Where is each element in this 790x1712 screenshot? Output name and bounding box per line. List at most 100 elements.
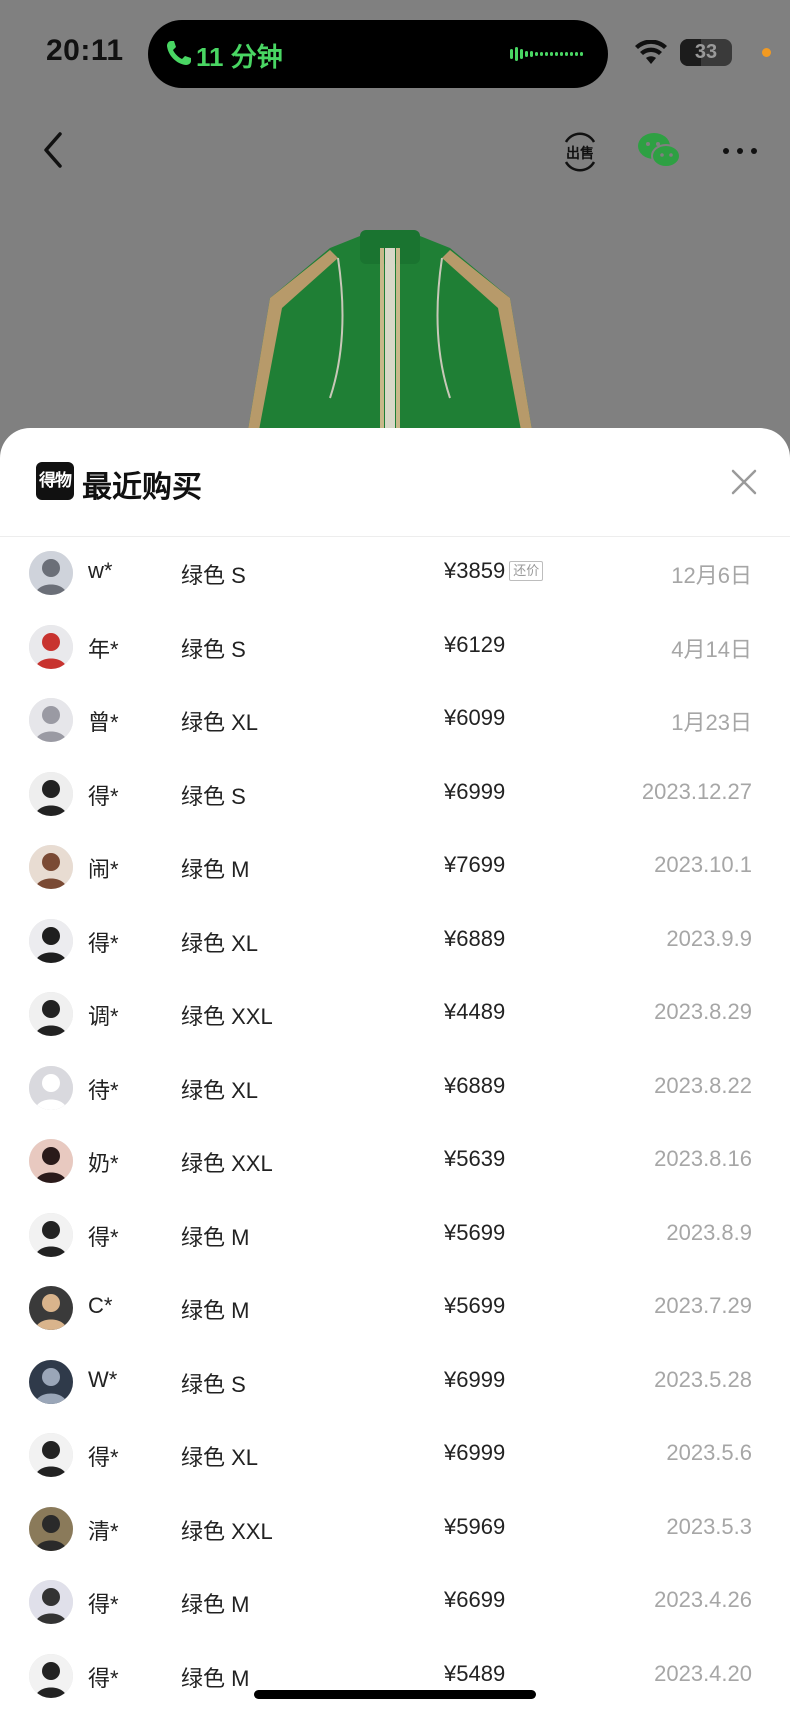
product-spec: 绿色 XXL — [181, 1518, 273, 1544]
purchase-price: ¥5699 — [444, 1219, 506, 1245]
dewu-logo: 得物 — [36, 462, 74, 500]
sell-icon[interactable]: 出售 — [558, 130, 602, 174]
purchase-date: 2023.8.16 — [654, 1146, 752, 1171]
purchase-price: ¥6129 — [444, 631, 506, 657]
product-spec: 绿色 XXL — [181, 1151, 273, 1176]
chevron-left-icon[interactable] — [36, 130, 70, 170]
more-icon[interactable] — [720, 136, 760, 166]
buyer-name: 得* — [88, 1224, 119, 1250]
price-cell: ¥5699 — [444, 1293, 505, 1319]
wechat-icon[interactable] — [636, 128, 682, 172]
price-cell: ¥6999 — [444, 779, 505, 805]
product-spec: 绿色 S — [181, 783, 246, 809]
close-icon[interactable] — [726, 464, 762, 500]
product-spec: 绿色 M — [181, 1592, 250, 1617]
buyer-name: 年* — [88, 636, 119, 662]
purchase-date: 2023.12.27 — [641, 778, 752, 804]
product-spec: 绿色 XL — [181, 1077, 259, 1103]
phone-icon — [167, 41, 191, 65]
purchase-price: ¥6999 — [444, 1366, 506, 1392]
battery-percent: 33 — [694, 41, 718, 63]
price-cell: ¥5489 — [444, 1661, 505, 1687]
home-indicator[interactable] — [254, 1690, 536, 1699]
purchase-date: 2023.5.3 — [666, 1513, 752, 1539]
buyer-name: 得* — [88, 1665, 119, 1691]
product-spec: 绿色 M — [181, 1665, 250, 1691]
purchase-row: w* 绿色 S ¥3859 还价 12月6日 — [0, 536, 790, 609]
purchase-row: 清* 绿色 XXL ¥5969 2023.5.3 — [0, 1492, 790, 1565]
buyer-name: 待* — [88, 1077, 119, 1103]
purchase-row: 调* 绿色 XXL ¥4489 2023.8.29 — [0, 977, 790, 1050]
purchase-date: 2023.10.1 — [654, 852, 752, 877]
user-avatar — [29, 992, 73, 1036]
purchase-row: 得* 绿色 S ¥6999 2023.12.27 — [0, 757, 790, 830]
buyer-name: 得* — [88, 1445, 119, 1470]
purchase-date: 2023.7.29 — [654, 1293, 752, 1318]
purchase-row: 曾* 绿色 XL ¥6099 1月23日 — [0, 683, 790, 756]
user-avatar — [29, 698, 73, 742]
product-spec: 绿色 M — [181, 1298, 250, 1323]
buyer-name: W* — [88, 1366, 118, 1392]
user-avatar — [29, 1506, 73, 1551]
product-spec: 绿色 M — [181, 857, 250, 882]
purchase-row: 得* 绿色 XL ¥6999 2023.5.6 — [0, 1418, 790, 1491]
privacy-indicator-dot — [762, 48, 771, 57]
purchase-row: 闹* 绿色 M ¥7699 2023.10.1 — [0, 830, 790, 903]
purchase-date: 12月6日 — [671, 563, 752, 588]
purchase-price: ¥6099 — [444, 705, 506, 730]
buyer-name: 闹* — [88, 857, 119, 882]
purchase-row: 得* 绿色 M ¥6699 2023.4.26 — [0, 1565, 790, 1638]
purchase-date: 4月14日 — [671, 636, 752, 662]
price-cell: ¥6999 — [444, 1367, 505, 1393]
product-page-background: 20:11 11 分钟 33 出售 — [0, 0, 790, 478]
price-cell: ¥6889 — [444, 926, 505, 952]
price-cell: ¥7699 — [444, 852, 505, 878]
buyer-name: 曾* — [88, 710, 119, 735]
product-spec: 绿色 S — [181, 563, 246, 588]
price-cell: ¥4489 — [444, 999, 505, 1025]
purchase-price: ¥5639 — [444, 1146, 506, 1171]
purchase-price: ¥4489 — [444, 999, 506, 1024]
audio-wave-icon — [510, 47, 583, 61]
product-spec: 绿色 XL — [181, 710, 259, 735]
purchase-row: 得* 绿色 M ¥5489 2023.4.20 — [0, 1639, 790, 1712]
purchase-price: ¥5699 — [444, 1293, 506, 1318]
wifi-icon — [635, 40, 667, 64]
purchase-date: 2023.8.29 — [654, 999, 752, 1024]
product-spec: 绿色 S — [181, 1371, 246, 1397]
buyer-name: C* — [88, 1293, 113, 1318]
product-spec: 绿色 XL — [181, 1445, 259, 1470]
buyer-name: 得* — [88, 783, 119, 809]
sheet-title: 最近购买 — [82, 471, 202, 504]
user-avatar — [29, 624, 73, 669]
svg-text:出售: 出售 — [566, 145, 594, 162]
purchase-price: ¥6999 — [444, 778, 506, 804]
price-cell: ¥3859 还价 — [444, 558, 544, 584]
call-duration: 11 分钟 — [196, 42, 283, 72]
purchase-date: 2023.8.22 — [654, 1072, 752, 1098]
buyer-name: w* — [88, 558, 113, 583]
status-time: 20:11 — [46, 34, 124, 67]
purchase-row: W* 绿色 S ¥6999 2023.5.28 — [0, 1345, 790, 1418]
price-cell: ¥5639 — [444, 1146, 505, 1172]
user-avatar — [29, 1212, 73, 1257]
product-spec: 绿色 XXL — [181, 1004, 273, 1029]
price-cell: ¥5969 — [444, 1514, 505, 1540]
purchase-price: ¥6889 — [444, 1072, 506, 1098]
purchase-row: C* 绿色 M ¥5699 2023.7.29 — [0, 1271, 790, 1344]
user-avatar — [29, 1139, 73, 1183]
purchase-date: 2023.9.9 — [666, 925, 752, 951]
purchase-row: 得* 绿色 XL ¥6889 2023.9.9 — [0, 904, 790, 977]
purchase-price: ¥6889 — [444, 925, 506, 951]
purchase-date: 2023.5.28 — [654, 1366, 752, 1392]
buyer-name: 奶* — [88, 1151, 119, 1176]
purchase-price: ¥5969 — [444, 1513, 506, 1539]
user-avatar — [29, 918, 73, 963]
user-avatar — [29, 1286, 73, 1330]
active-call-pill[interactable]: 11 分钟 — [148, 20, 608, 88]
user-avatar — [29, 1065, 73, 1110]
status-bar: 20:11 11 分钟 33 — [0, 0, 790, 110]
bargain-badge: 还价 — [509, 561, 544, 581]
user-avatar — [29, 1359, 73, 1404]
purchase-date: 2023.8.9 — [666, 1219, 752, 1245]
